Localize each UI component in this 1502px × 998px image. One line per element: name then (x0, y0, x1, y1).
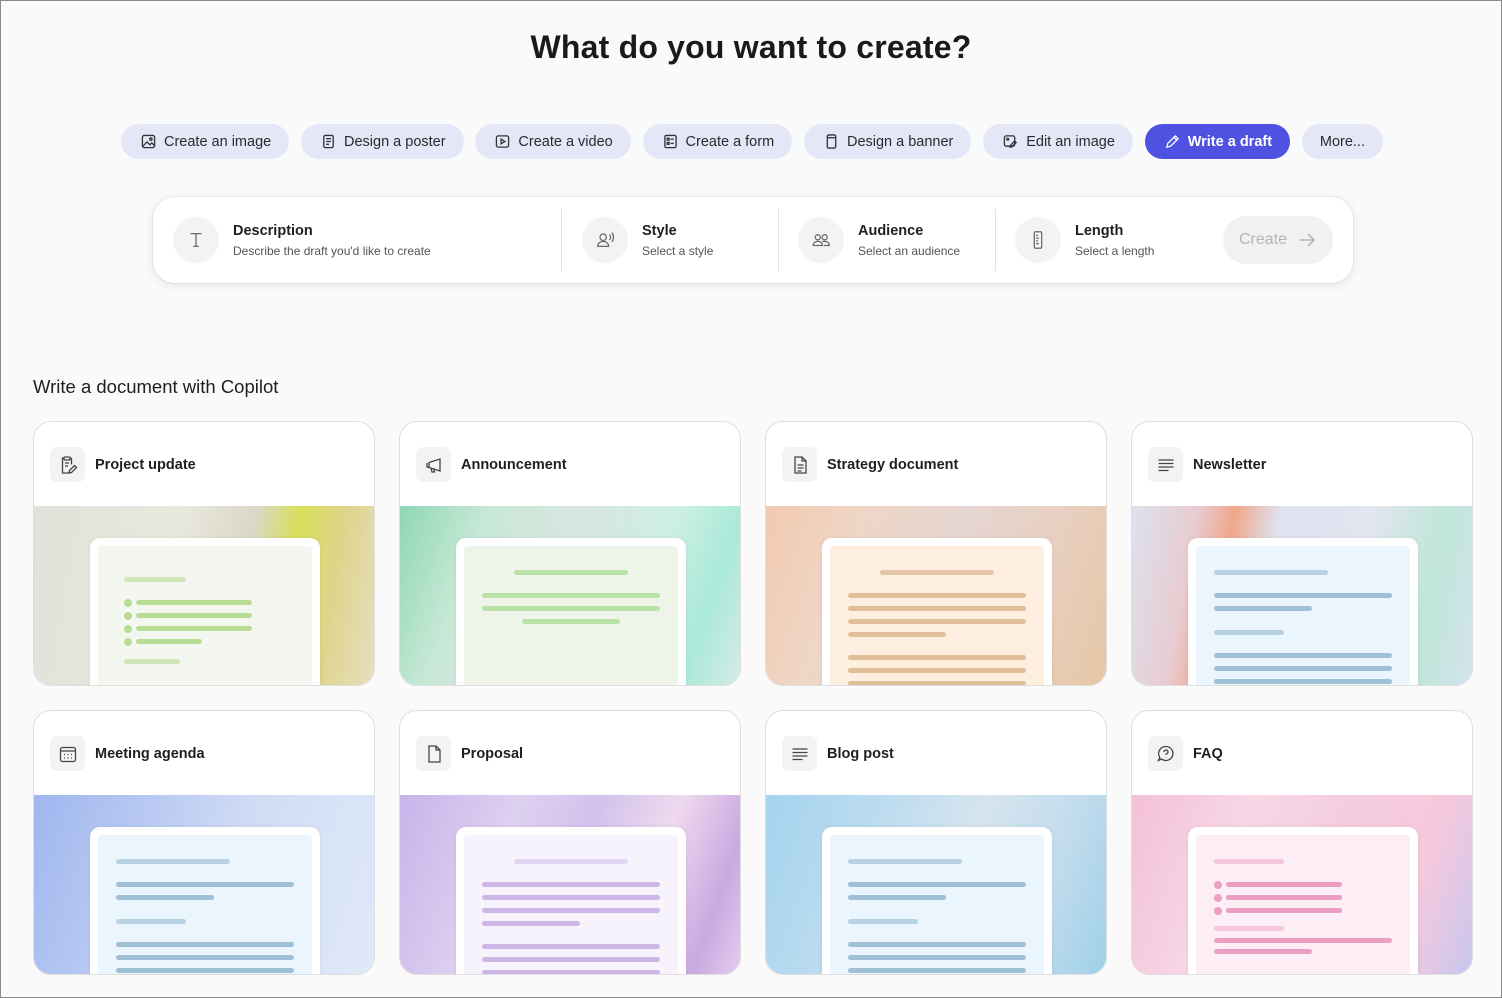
lines-icon (782, 736, 817, 771)
design-banner-chip[interactable]: Design a banner (803, 124, 972, 159)
section-title: Write a document with Copilot (33, 376, 279, 397)
card-title: FAQ (1193, 745, 1223, 762)
description-placeholder: Describe the draft you'd like to create (233, 243, 431, 258)
length-placeholder: Select a length (1075, 243, 1155, 258)
voice-icon (582, 217, 628, 263)
card-blog-post[interactable]: Blog post (765, 710, 1107, 975)
prompt-bar: Description Describe the draft you'd lik… (153, 197, 1353, 283)
audience-placeholder: Select an audience (858, 243, 961, 258)
chat-question-icon (1148, 736, 1183, 771)
document-icon (782, 447, 817, 482)
card-preview (400, 795, 740, 974)
pen-icon (1165, 134, 1179, 149)
card-preview (766, 506, 1106, 685)
card-title: Proposal (461, 745, 524, 762)
card-preview (400, 506, 740, 685)
chip-label: Edit an image (1026, 133, 1115, 150)
chip-label: Write a draft (1187, 133, 1273, 150)
create-image-chip[interactable]: Create an image (121, 124, 290, 159)
lines-icon (1148, 447, 1183, 482)
card-strategy-document[interactable]: Strategy document (765, 421, 1107, 686)
calendar-icon (50, 736, 85, 771)
chip-label: Create a form (685, 133, 775, 150)
card-title: Meeting agenda (95, 745, 205, 762)
style-title: Style (642, 222, 677, 239)
card-newsletter[interactable]: Newsletter (1131, 421, 1473, 686)
chip-label: Design a banner (846, 133, 954, 150)
page-title: What do you want to create? (530, 29, 972, 65)
image-icon (141, 134, 156, 149)
card-faq[interactable]: FAQ (1131, 710, 1473, 975)
card-preview (34, 506, 374, 685)
card-project-update[interactable]: Project update (33, 421, 375, 686)
chip-label: Design a poster (344, 133, 446, 150)
design-poster-chip[interactable]: Design a poster (301, 124, 464, 159)
audience-title: Audience (858, 222, 924, 239)
card-announcement[interactable]: Announcement (399, 421, 741, 686)
card-preview (1132, 506, 1472, 685)
description-field[interactable]: Description Describe the draft you'd lik… (173, 197, 431, 283)
more-chip[interactable]: More... (1301, 124, 1383, 159)
page-icon (416, 736, 451, 771)
text-icon (173, 217, 219, 263)
card-title: Blog post (827, 745, 894, 762)
card-preview (34, 795, 374, 974)
banner-icon (826, 134, 837, 149)
edit-image-chip[interactable]: Edit an image (983, 124, 1133, 159)
card-preview (1132, 795, 1472, 974)
action-chips: Create an image Design a poster Create a… (121, 124, 1383, 159)
write-draft-chip[interactable]: Write a draft (1144, 124, 1291, 159)
style-placeholder: Select a style (642, 243, 714, 258)
description-title: Description (233, 222, 313, 239)
divider (995, 209, 996, 271)
card-title: Strategy document (827, 456, 959, 473)
card-title: Project update (95, 456, 196, 473)
chip-label: Create an image (164, 133, 272, 150)
create-button[interactable]: Create (1223, 216, 1333, 264)
length-title: Length (1075, 222, 1124, 239)
card-title: Announcement (461, 456, 567, 473)
card-title: Newsletter (1193, 456, 1267, 473)
length-field[interactable]: Length Select a length (1015, 197, 1154, 283)
edit-image-icon (1003, 135, 1018, 148)
card-proposal[interactable]: Proposal (399, 710, 741, 975)
people-icon (798, 217, 844, 263)
divider (561, 209, 562, 271)
create-form-chip[interactable]: Create a form (642, 124, 793, 159)
chip-label: Create a video (518, 133, 613, 150)
audience-field[interactable]: Audience Select an audience (798, 197, 960, 283)
create-video-chip[interactable]: Create a video (475, 124, 631, 159)
poster-icon (323, 134, 334, 149)
card-preview (766, 795, 1106, 974)
form-icon (663, 134, 677, 149)
arrow-right-icon (1300, 233, 1316, 247)
card-meeting-agenda[interactable]: Meeting agenda (33, 710, 375, 975)
style-field[interactable]: Style Select a style (582, 197, 713, 283)
create-label: Create (1238, 231, 1288, 248)
megaphone-icon (416, 447, 451, 482)
clipboard-edit-icon (50, 447, 85, 482)
ruler-icon (1015, 217, 1061, 263)
chip-label: More... (1319, 133, 1365, 150)
video-icon (496, 135, 510, 148)
divider (778, 209, 779, 271)
